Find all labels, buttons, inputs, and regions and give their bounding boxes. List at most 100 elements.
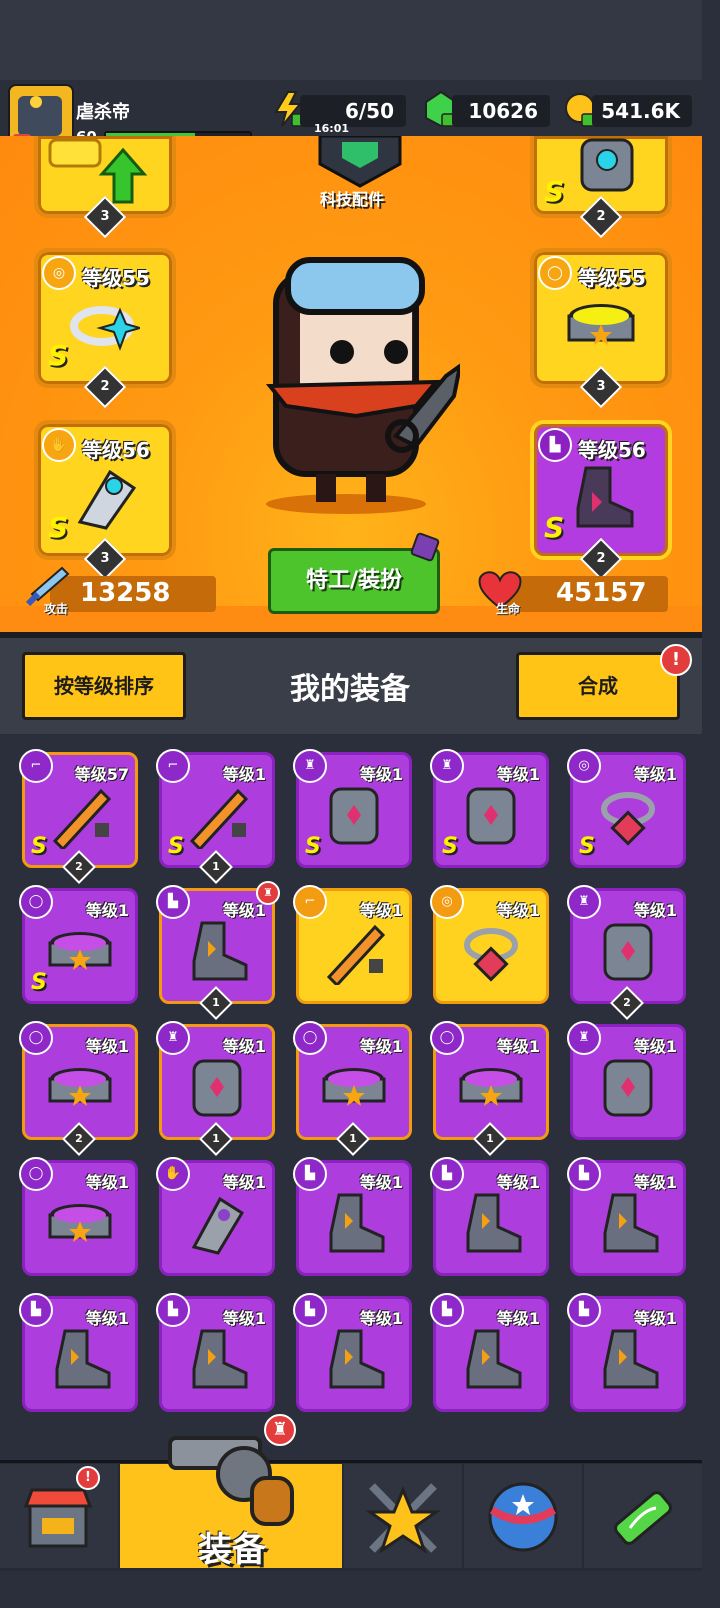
- equipment-alert-badge: ♜: [264, 1414, 296, 1446]
- item-grade: S: [31, 834, 47, 859]
- equipment-tab-label: 装备: [198, 1530, 266, 1570]
- necklace-type-icon: ◎: [430, 885, 464, 919]
- armor-type-icon: ♜: [430, 749, 464, 783]
- boot-type-icon: ▙: [293, 1293, 327, 1327]
- item-level: 等级1: [85, 1309, 129, 1328]
- armor-icon: [192, 1059, 242, 1117]
- weapon-art: [48, 138, 102, 168]
- inventory-item[interactable]: ▙ 等级1: [293, 1293, 412, 1412]
- inventory-item[interactable]: ♜ 等级1 1: [156, 1021, 275, 1156]
- inventory-item[interactable]: ◯ 等级1 1: [293, 1021, 412, 1156]
- weapon-type-icon: ⌐: [156, 749, 190, 783]
- shop-tab[interactable]: !: [0, 1464, 118, 1568]
- boot-icon: [603, 1193, 659, 1253]
- boot-icon: [55, 1329, 111, 1389]
- weapon-slot-count: 3: [83, 195, 127, 239]
- inventory-item[interactable]: ♜ 等级1 S: [430, 749, 549, 868]
- boot-type-icon: ▙: [293, 1157, 327, 1191]
- item-level: 等级1: [85, 901, 129, 920]
- item-grade: S: [168, 834, 184, 859]
- belt-icon: [48, 1068, 112, 1106]
- dna-icon: [614, 1491, 672, 1545]
- belt-slot-level: 等级55: [578, 266, 646, 290]
- belt-type-icon: ◯: [19, 885, 53, 919]
- tech-accessory-icon[interactable]: [312, 136, 408, 188]
- energy-timer: 16:01: [314, 122, 350, 135]
- attack-value: 13258: [80, 578, 171, 608]
- boot-type-icon: ▙: [567, 1293, 601, 1327]
- item-level: 等级1: [359, 1309, 403, 1328]
- glove-type-icon: ✋: [156, 1157, 190, 1191]
- weapon-icon: [189, 788, 249, 849]
- belt-icon: [567, 304, 635, 345]
- inventory-item[interactable]: ◯ 等级1 S: [19, 885, 138, 1004]
- armor-icon: [603, 923, 653, 981]
- star-icon: [365, 1483, 441, 1554]
- belt-icon: [459, 1068, 523, 1106]
- inventory-item[interactable]: ▙ 等级1: [430, 1293, 549, 1412]
- gem-counter: 10626: [452, 95, 550, 127]
- belt-type-icon: ◯: [19, 1157, 53, 1191]
- attack-label: 攻击: [44, 602, 69, 616]
- inventory-grid: ⌐ 等级57 S 2 ⌐ 等级1 S 1 ♜ 等级1 S ♜ 等级1 S ◎ 等级1 S ◯ 等级1 S ▙ 等级1 1 ♜ ⌐…: [0, 736, 702, 1460]
- item-count: 1: [199, 986, 233, 1020]
- item-level: 等级1: [359, 765, 403, 784]
- lab-tab[interactable]: [584, 1464, 702, 1568]
- item-level: 等级1: [496, 901, 540, 920]
- inventory-item[interactable]: ◯ 等级1 2: [19, 1021, 138, 1156]
- hero-character[interactable]: [246, 256, 460, 516]
- inventory-item[interactable]: ◯ 等级1: [19, 1157, 138, 1276]
- merge-button[interactable]: 合成: [516, 652, 680, 720]
- belt-icon: [322, 1068, 386, 1106]
- status-band: [0, 0, 702, 80]
- necklace-slot-level: 等级55: [82, 266, 150, 290]
- inventory-item[interactable]: ⌐ 等级1 S 1: [156, 749, 275, 884]
- world-tab[interactable]: [464, 1464, 582, 1568]
- inventory-item[interactable]: ▙ 等级1: [19, 1293, 138, 1412]
- energy-value: 6/50: [344, 99, 394, 123]
- sort-by-level-button[interactable]: 按等级排序: [22, 652, 186, 720]
- inventory-item[interactable]: ♜ 等级1 S: [293, 749, 412, 868]
- item-grade: S: [579, 834, 595, 859]
- item-level: 等级1: [633, 1037, 677, 1056]
- armor-type-icon: ♜: [156, 1021, 190, 1055]
- boot-icon: [192, 1329, 248, 1389]
- belt-icon: [48, 1204, 112, 1242]
- boot-type-icon: ▙: [156, 1293, 190, 1327]
- inventory-item[interactable]: ♜ 等级1: [567, 1021, 686, 1140]
- item-level: 等级1: [496, 1037, 540, 1056]
- inventory-item[interactable]: ▙ 等级1: [567, 1293, 686, 1412]
- inventory-item[interactable]: ⌐ 等级57 S 2: [19, 749, 138, 884]
- inventory-item[interactable]: ◎ 等级1: [430, 885, 549, 1004]
- boot-icon: [603, 1329, 659, 1389]
- inventory-item[interactable]: ▙ 等级1 1 ♜: [156, 881, 280, 1020]
- belt-type-icon: ◯: [538, 256, 572, 290]
- belt-type-icon: ◯: [430, 1021, 464, 1055]
- inventory-item[interactable]: ♜ 等级1 2: [567, 885, 686, 1020]
- glove-icon: [191, 1196, 245, 1255]
- inventory-item[interactable]: ◎ 等级1 S: [567, 749, 686, 868]
- boot-slot-level: 等级56: [578, 438, 646, 462]
- hat-icon: [410, 532, 440, 562]
- item-count: 1: [336, 1122, 370, 1156]
- avatar-eye-icon: [30, 96, 42, 108]
- item-count: 2: [62, 1122, 96, 1156]
- heroes-tab[interactable]: [344, 1464, 462, 1568]
- inventory-item[interactable]: ▙ 等级1: [430, 1157, 549, 1276]
- necklace-icon: [70, 306, 140, 351]
- boot-type-icon: ▙: [430, 1293, 464, 1327]
- belt-icon: [48, 932, 112, 970]
- necklace-type-icon: ◎: [567, 749, 601, 783]
- inventory-item[interactable]: ⌐ 等级1: [293, 885, 412, 1004]
- inventory-item[interactable]: ▙ 等级1: [156, 1293, 275, 1412]
- inventory-item[interactable]: ▙ 等级1: [293, 1157, 412, 1276]
- inventory-item[interactable]: ▙ 等级1: [567, 1157, 686, 1276]
- inventory-item[interactable]: ✋ 等级1: [156, 1157, 275, 1276]
- hp-value: 45157: [556, 578, 647, 608]
- glove-type-icon: ✋: [42, 428, 76, 462]
- boot-slot-grade: S: [544, 511, 565, 544]
- inventory-item[interactable]: ◯ 等级1 1: [430, 1021, 549, 1156]
- my-equipment-title: 我的装备: [290, 672, 410, 707]
- shop-alert-badge: !: [76, 1466, 100, 1490]
- armor-type-icon: ♜: [567, 1021, 601, 1055]
